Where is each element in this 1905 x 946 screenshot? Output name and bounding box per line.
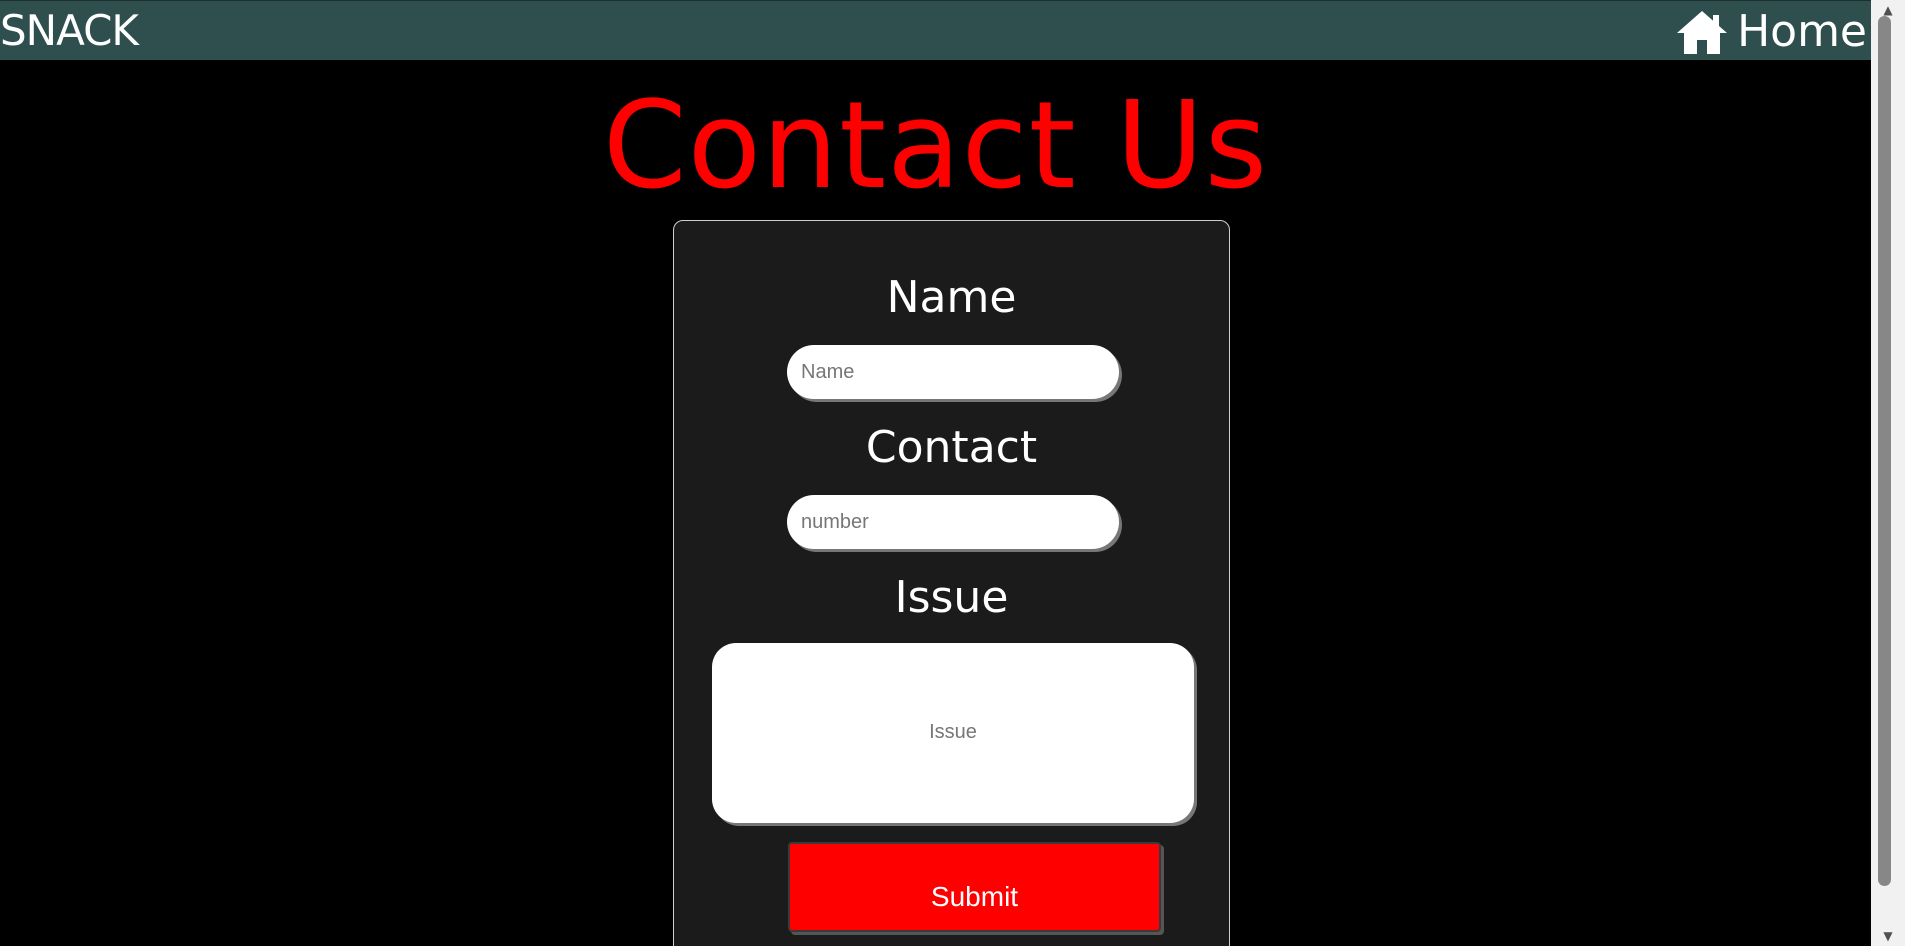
- home-link[interactable]: Home: [1675, 7, 1867, 57]
- home-icon: [1675, 7, 1729, 57]
- home-link-label: Home: [1737, 6, 1867, 57]
- contact-number-input[interactable]: [787, 495, 1119, 549]
- scrollbar-thumb[interactable]: [1878, 16, 1891, 886]
- issue-label: Issue: [894, 572, 1009, 623]
- brand-logo[interactable]: SNACK: [0, 6, 139, 56]
- contact-label: Contact: [865, 422, 1038, 473]
- issue-textarea[interactable]: [712, 643, 1194, 823]
- name-label: Name: [886, 272, 1017, 323]
- vertical-scrollbar[interactable]: ▲ ▼: [1871, 0, 1905, 946]
- submit-button[interactable]: Submit: [788, 842, 1161, 932]
- page-title: Contact Us: [602, 77, 1269, 216]
- name-input[interactable]: [787, 345, 1119, 399]
- page-viewport: SNACK Home Contact Us Name Contact Issue…: [0, 0, 1905, 946]
- top-navbar: SNACK Home: [0, 0, 1871, 60]
- scroll-down-arrow-icon[interactable]: ▼: [1871, 926, 1905, 946]
- contact-form-card: Name Contact Issue Submit: [673, 220, 1230, 946]
